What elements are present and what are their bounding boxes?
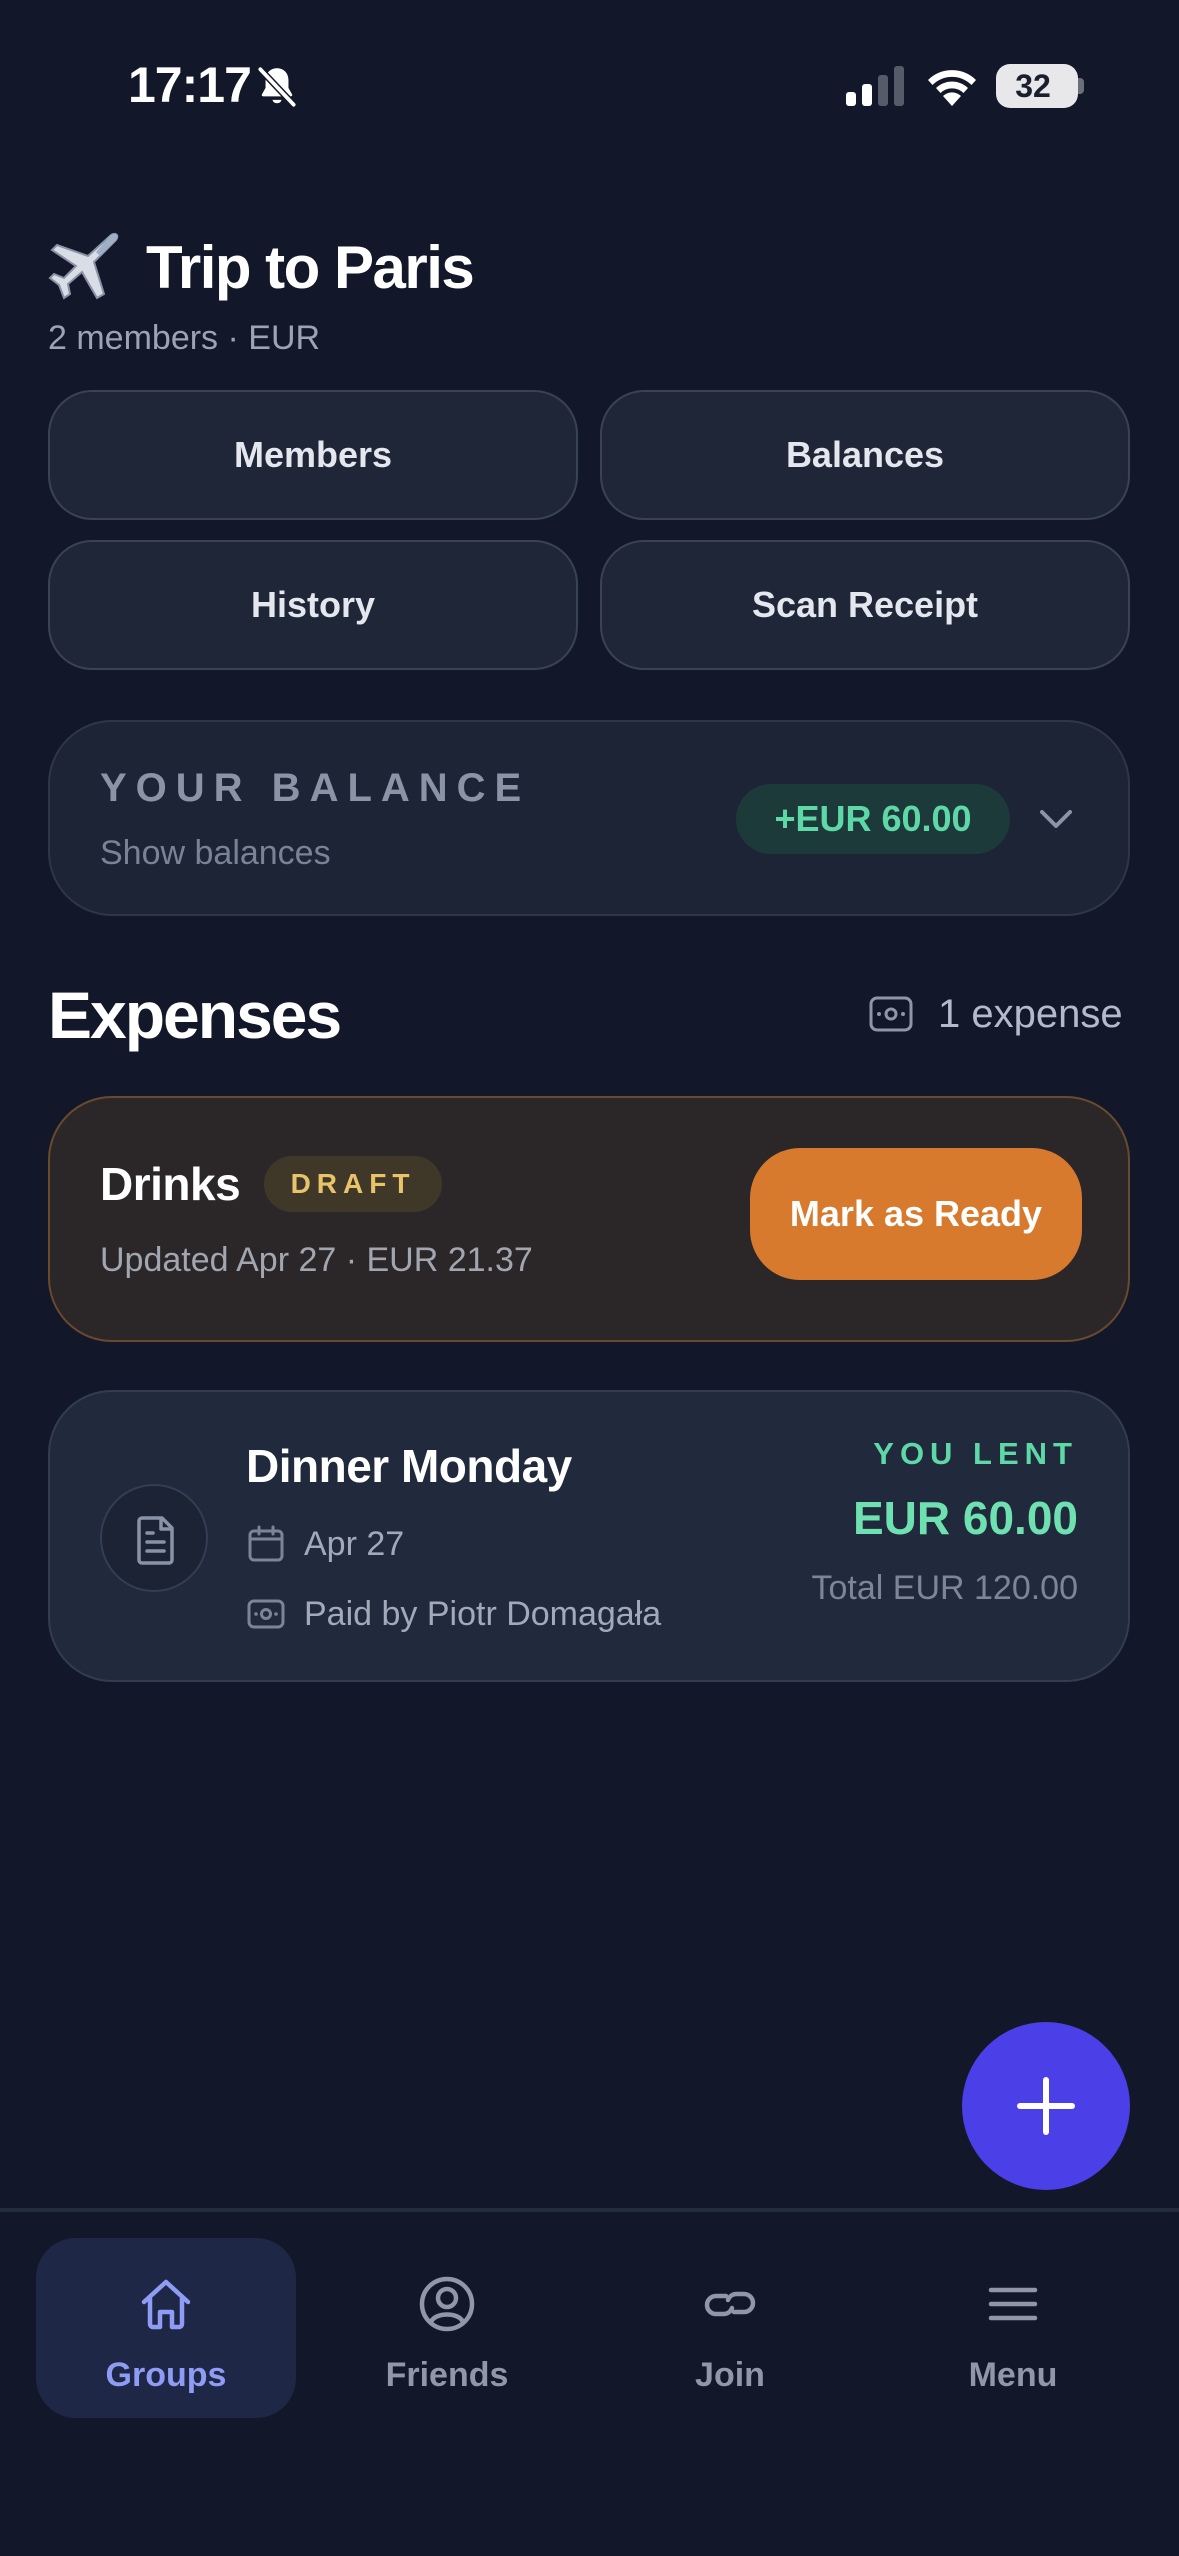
tab-menu[interactable]: Menu	[883, 2238, 1143, 2418]
expense-paid-by: Paid by Piotr Domagała	[304, 1595, 662, 1633]
balances-button[interactable]: Balances	[600, 390, 1130, 520]
balance-label: YOUR BALANCE	[100, 766, 531, 810]
cash-icon	[869, 996, 913, 1032]
expense-date: Apr 27	[304, 1525, 405, 1563]
expense-card[interactable]: Dinner Monday Apr 27 Paid by Piotr Domag…	[48, 1390, 1130, 1682]
scan-receipt-button[interactable]: Scan Receipt	[600, 540, 1130, 670]
mark-as-ready-button[interactable]: Mark as Ready	[750, 1148, 1082, 1280]
expense-status: YOU LENT	[873, 1436, 1078, 1471]
expense-avatar	[100, 1484, 208, 1592]
group-title: Trip to Paris	[146, 234, 475, 301]
menu-icon	[988, 2287, 1038, 2321]
draft-expense-card[interactable]: Drinks DRAFT Updated Apr 27 · EUR 21.37 …	[48, 1096, 1130, 1342]
draft-badge: DRAFT	[264, 1156, 442, 1212]
add-expense-button[interactable]	[962, 2022, 1130, 2190]
tab-label: Join	[695, 2356, 765, 2394]
expense-lent-amount: EUR 60.00	[852, 1492, 1078, 1544]
tab-label: Menu	[968, 2356, 1058, 2394]
balance-amount-badge: +EUR 60.00	[736, 784, 1010, 854]
wifi-icon	[928, 70, 976, 106]
draft-expense-meta: Updated Apr 27 · EUR 21.37	[100, 1241, 533, 1279]
expenses-heading: Expenses	[48, 978, 342, 1052]
battery-icon: 32	[996, 64, 1078, 108]
plus-icon	[1017, 2077, 1075, 2135]
expense-name: Dinner Monday	[246, 1440, 572, 1492]
show-balances-link[interactable]: Show balances	[100, 834, 331, 873]
tab-bar: Groups Friends Join Menu	[0, 2212, 1179, 2556]
airplane-icon	[48, 232, 119, 300]
link-icon	[704, 2291, 756, 2317]
screen: 17:17 32 Trip to Paris 2 members · EUR M…	[0, 0, 1179, 2556]
person-icon	[419, 2276, 475, 2332]
group-subtitle: 2 members · EUR	[48, 319, 321, 357]
cash-icon	[247, 1599, 285, 1629]
history-button[interactable]: History	[48, 540, 578, 670]
tab-label: Friends	[385, 2356, 509, 2394]
tab-groups[interactable]: Groups	[36, 2238, 296, 2418]
status-time: 17:17	[128, 57, 252, 113]
home-icon	[141, 2279, 191, 2330]
draft-expense-name: Drinks	[100, 1158, 241, 1210]
calendar-icon	[248, 1525, 284, 1562]
members-button[interactable]: Members	[48, 390, 578, 520]
expense-total: Total EUR 120.00	[811, 1569, 1079, 1607]
expense-count: 1 expense	[938, 992, 1123, 1036]
document-icon	[137, 1516, 174, 1565]
chevron-down-icon[interactable]	[1036, 802, 1076, 836]
tab-label: Groups	[105, 2356, 227, 2394]
cellular-signal-icon	[846, 66, 904, 106]
status-bar: 17:17 32	[0, 0, 1179, 150]
battery-level: 32	[1015, 68, 1051, 104]
bell-muted-icon	[257, 67, 297, 107]
battery-cap	[1078, 78, 1084, 94]
tab-friends[interactable]: Friends	[317, 2238, 577, 2418]
balance-card[interactable]: YOUR BALANCE Show balances +EUR 60.00	[48, 720, 1130, 916]
tab-join[interactable]: Join	[600, 2238, 860, 2418]
